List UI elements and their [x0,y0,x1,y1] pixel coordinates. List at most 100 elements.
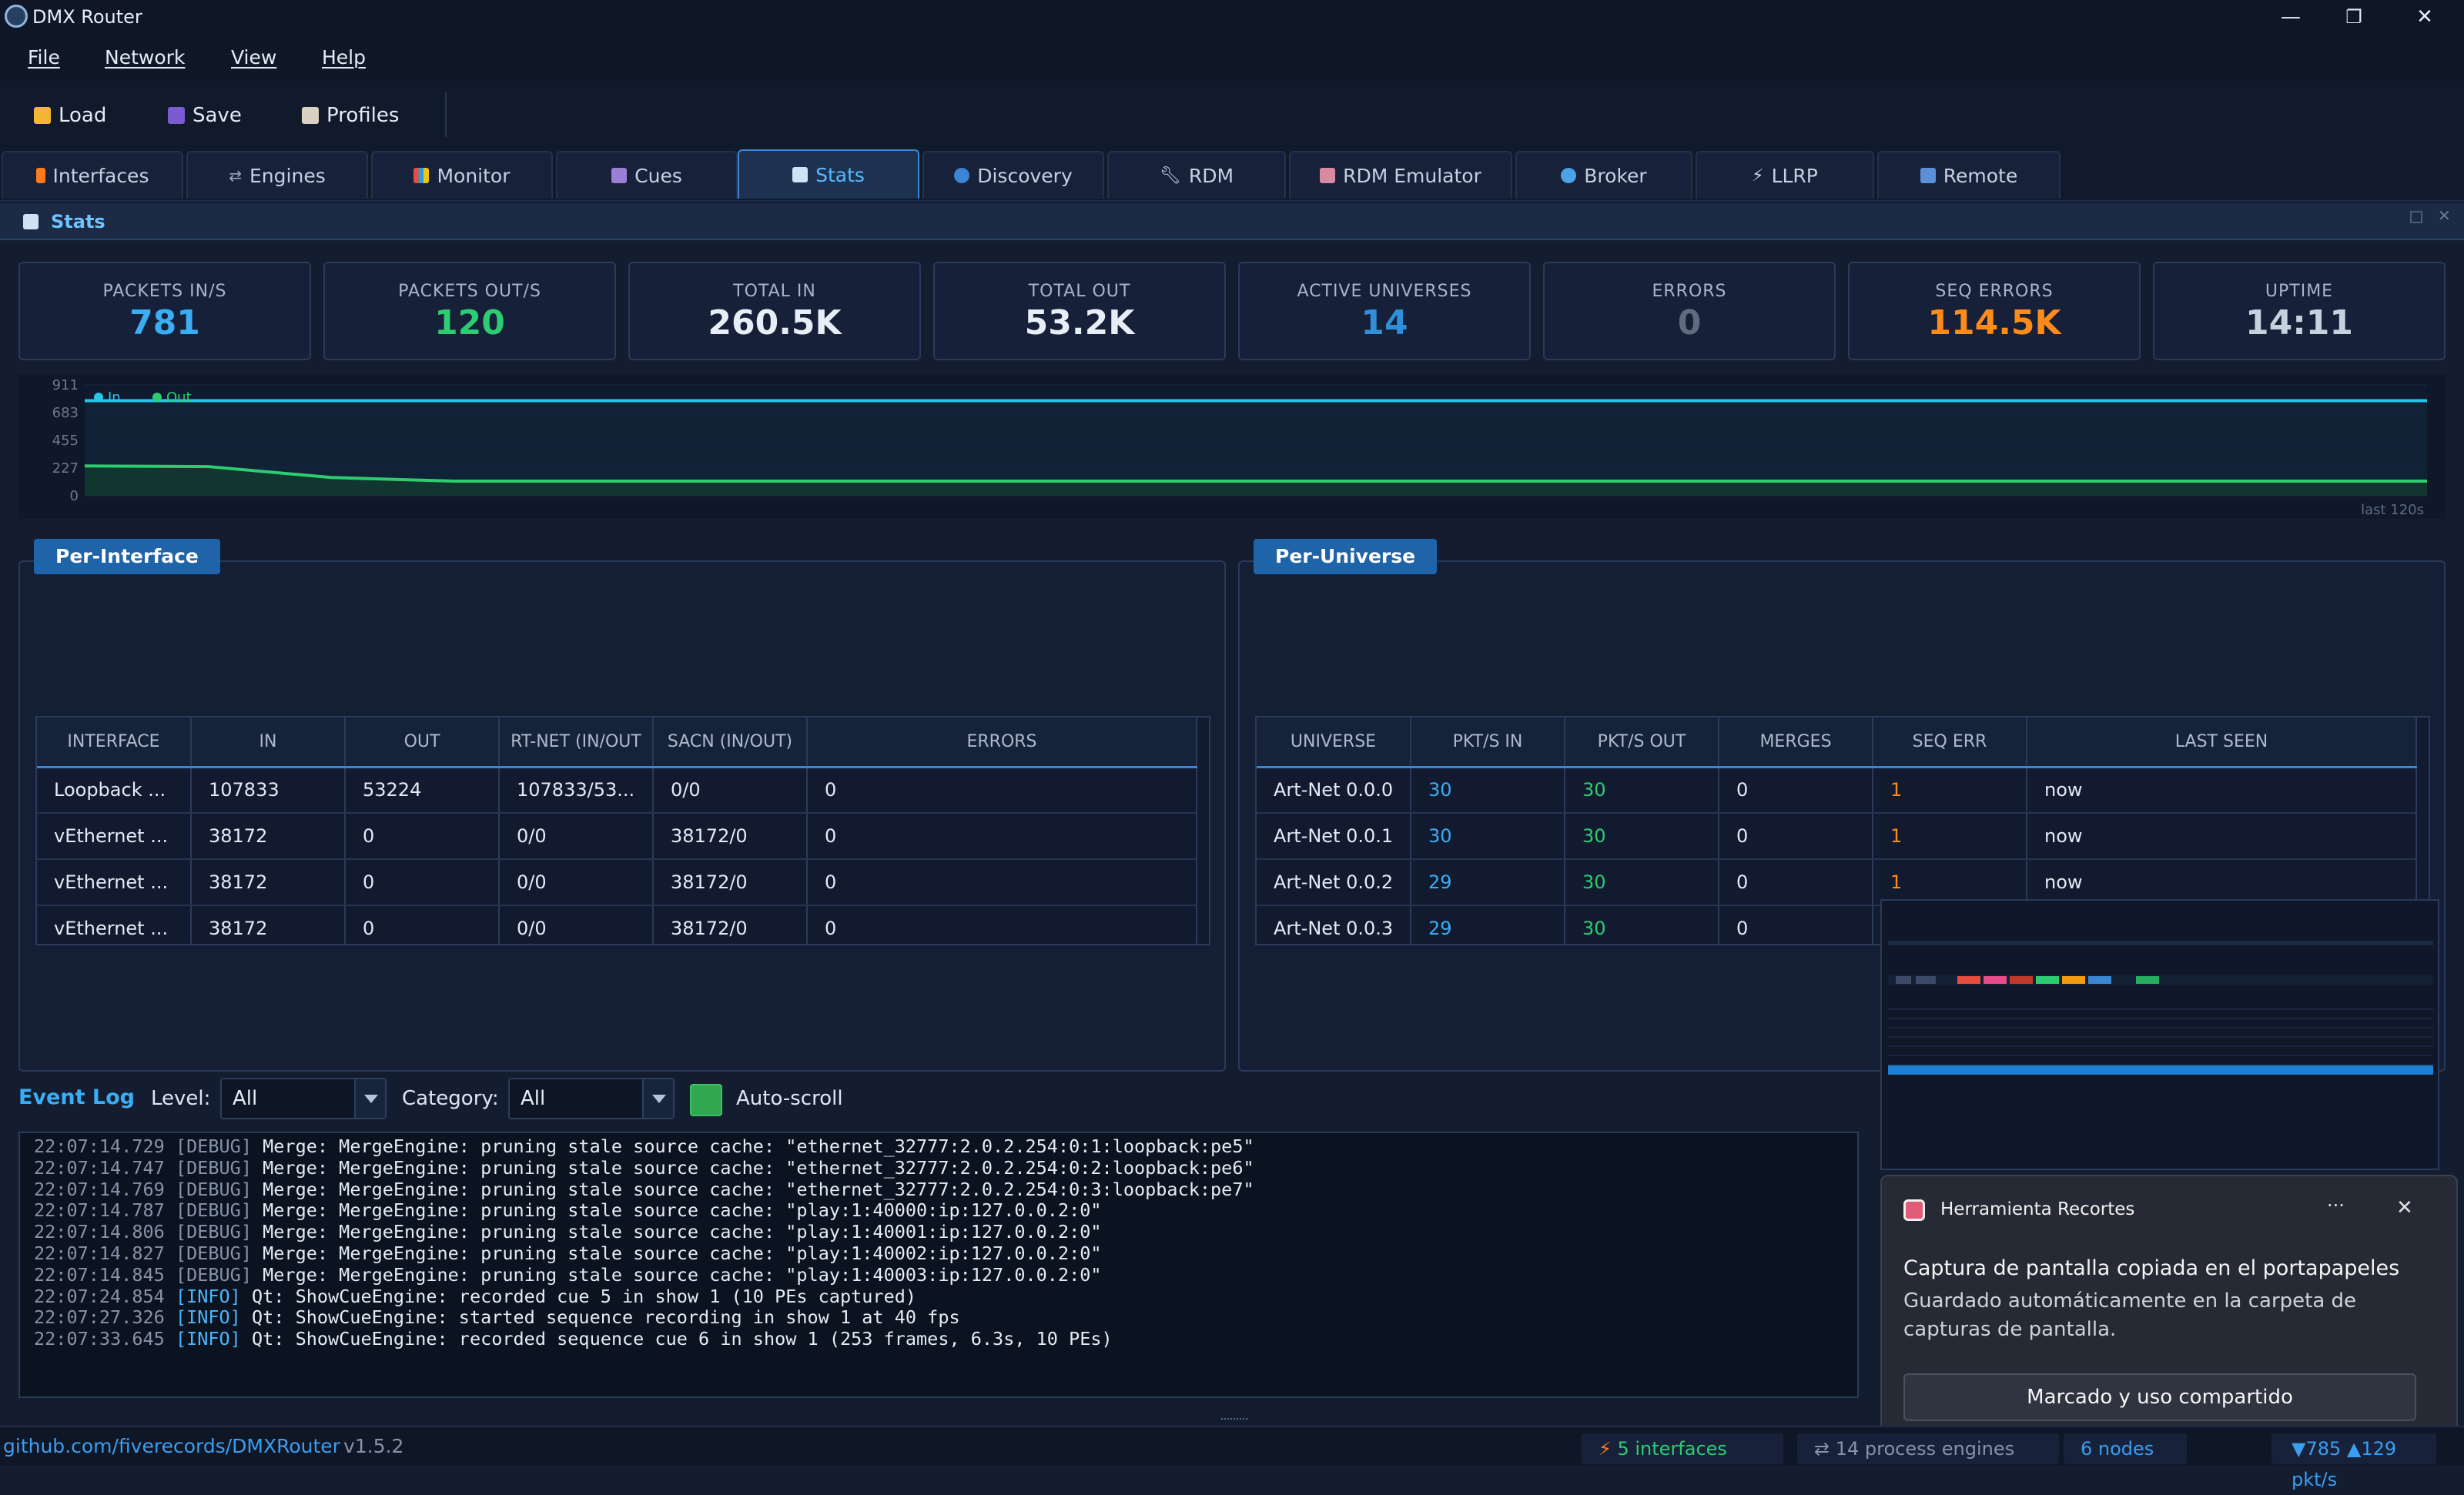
cell: Art-Net 0.0.3 [1257,905,1411,944]
resize-grip-icon[interactable] [1221,1418,1247,1421]
tab-rdm-emulator[interactable]: RDM Emulator [1289,151,1512,199]
column-header-interface[interactable]: INTERFACE [37,717,192,768]
log-line: 22:07:33.645 [INFO] Qt: ShowCueEngine: r… [34,1328,1857,1350]
line-chart-icon [23,214,38,229]
table-row[interactable]: Loopback ... 107833 53224 107833/53... 0/0 0 [37,767,1197,814]
tab-llrp-label: LLRP [1771,164,1818,187]
tab-cues-label: Cues [634,164,682,187]
column-header-sacn[interactable]: SACN (IN/OUT) [653,717,808,768]
bolt-icon: ⚡ [1599,1438,1618,1460]
autoscroll-checkbox[interactable] [690,1084,722,1116]
column-header-pkt-out[interactable]: PKT/S OUT [1565,717,1719,768]
menu-bar: File Network View Help [0,34,2464,82]
screenshot-preview-thumbnail[interactable] [1880,899,2439,1170]
chart-footer-label: last 120s [2361,502,2424,518]
column-header-universe[interactable]: UNIVERSE [1257,717,1411,768]
cell: now [2027,813,2417,860]
table-row[interactable]: vEthernet ... 38172 0 0/0 38172/0 0 [37,813,1197,860]
stat-label: ACTIVE UNIVERSES [1297,282,1472,301]
cell: vEthernet ... [37,813,192,860]
column-header-seq-err[interactable]: SEQ ERR [1873,717,2027,768]
menu-network[interactable]: Network [105,46,185,69]
tab-discovery[interactable]: Discovery [922,151,1104,199]
tab-rdm[interactable]: 🔧︎ RDM [1107,151,1286,199]
table-row[interactable]: Art-Net 0.0.0 30 30 0 1 now [1257,767,2417,814]
cell: 30 [1565,905,1719,944]
per-universe-badge: Per-Universe [1254,539,1438,574]
robot-icon [1320,168,1336,183]
column-header-last-seen[interactable]: LAST SEEN [2027,717,2417,768]
share-button[interactable]: Marcado y uso compartido [1903,1373,2416,1421]
category-select[interactable]: All [508,1078,675,1119]
profiles-button[interactable]: Profiles [302,102,399,129]
save-button[interactable]: Save [168,102,242,129]
tab-rdm-emulator-label: RDM Emulator [1343,164,1481,187]
tab-interfaces-label: Interfaces [52,164,149,187]
column-header-errors[interactable]: ERRORS [807,717,1197,768]
log-timestamp: 22:07:27.326 [34,1306,176,1329]
table-row[interactable]: vEthernet ... 38172 0 0/0 38172/0 0 [37,859,1197,906]
tab-bar: Interfaces ⇄ Engines Monitor Cues Stats D… [0,148,2464,202]
log-timestamp: 22:07:33.645 [34,1328,176,1350]
table-row[interactable]: Art-Net 0.0.1 30 30 0 1 now [1257,813,2417,860]
tab-rdm-label: RDM [1188,164,1234,187]
stat-card-packets-out: PACKETS OUT/S 120 [323,262,616,360]
line-chart-icon [792,167,808,182]
folder-icon [34,107,51,124]
tab-monitor[interactable]: Monitor [371,151,553,199]
tab-llrp[interactable]: ⚡︎ LLRP [1696,151,1874,199]
legend-marker-out [152,393,162,402]
tab-interfaces[interactable]: Interfaces [2,151,183,199]
snipping-tool-notification[interactable]: Herramienta Recortes ··· ✕ Captura de pa… [1880,1175,2458,1436]
version-label: v1.5.2 [343,1435,404,1457]
column-header-in[interactable]: IN [191,717,346,768]
log-message: Merge: MergeEngine: pruning stale source… [251,1242,1102,1264]
more-options-icon[interactable]: ··· [2327,1195,2345,1216]
rates-status: ▼785 ▲129 pkt/s [2272,1433,2436,1490]
globe-icon [1561,168,1577,183]
event-log-output[interactable]: 22:07:14.729 [DEBUG] Merge: MergeEngine:… [18,1132,1859,1398]
column-header-merges[interactable]: MERGES [1719,717,1873,768]
menu-help[interactable]: Help [322,46,366,69]
window-title: DMX Router [32,6,142,28]
log-line: 22:07:14.827 [DEBUG] Merge: MergeEngine:… [34,1242,1857,1265]
load-button[interactable]: Load [34,102,106,129]
stat-label: ERRORS [1652,282,1727,301]
close-icon[interactable]: ✕ [2396,1196,2413,1219]
stat-value: 53.2K [1024,303,1135,343]
load-label: Load [59,104,107,127]
column-header-pkt-in[interactable]: PKT/S IN [1411,717,1565,768]
column-header-out[interactable]: OUT [345,717,500,768]
log-timestamp: 22:07:14.827 [34,1242,176,1264]
cell: 53224 [345,767,500,814]
close-panel-icon[interactable]: ✕ [2438,206,2451,225]
menu-view[interactable]: View [231,46,276,69]
cell: 30 [1565,813,1719,860]
float-panel-icon[interactable] [2410,211,2422,223]
tab-broker-label: Broker [1584,164,1647,187]
repo-link[interactable]: github.com/fiverecords/DMXRouter [3,1435,340,1457]
clipboard-icon [302,107,319,124]
level-select[interactable]: All [220,1078,387,1119]
tab-remote[interactable]: Remote [1877,151,2061,199]
restore-button[interactable]: ❐ [2319,2,2389,32]
stat-card-total-out: TOTAL OUT 53.2K [933,262,1226,360]
table-row[interactable]: vEthernet ... 38172 0 0/0 38172/0 0 [37,905,1197,944]
tab-remote-label: Remote [1943,164,2018,187]
grid-icon [1920,168,1936,183]
tab-stats[interactable]: Stats [738,149,919,199]
close-button[interactable]: ✕ [2390,2,2459,32]
tab-engines[interactable]: ⇄ Engines [186,151,368,199]
cell: 0 [807,767,1197,814]
column-header-artnet[interactable]: RT-NET (IN/OUT [499,717,654,768]
tab-cues[interactable]: Cues [556,151,738,199]
cell: 0 [807,905,1197,944]
table-row[interactable]: Art-Net 0.0.2 29 30 0 1 now [1257,859,2417,906]
minimize-button[interactable]: — [2256,2,2325,32]
throughput-chart: 911 683 455 227 0 In Out last 120s [18,374,2446,519]
menu-file[interactable]: File [28,46,60,69]
stat-card-total-in: TOTAL IN 260.5K [628,262,921,360]
cell: 0 [1719,767,1873,814]
tab-broker[interactable]: Broker [1515,151,1692,199]
log-level: [INFO] [175,1306,241,1329]
